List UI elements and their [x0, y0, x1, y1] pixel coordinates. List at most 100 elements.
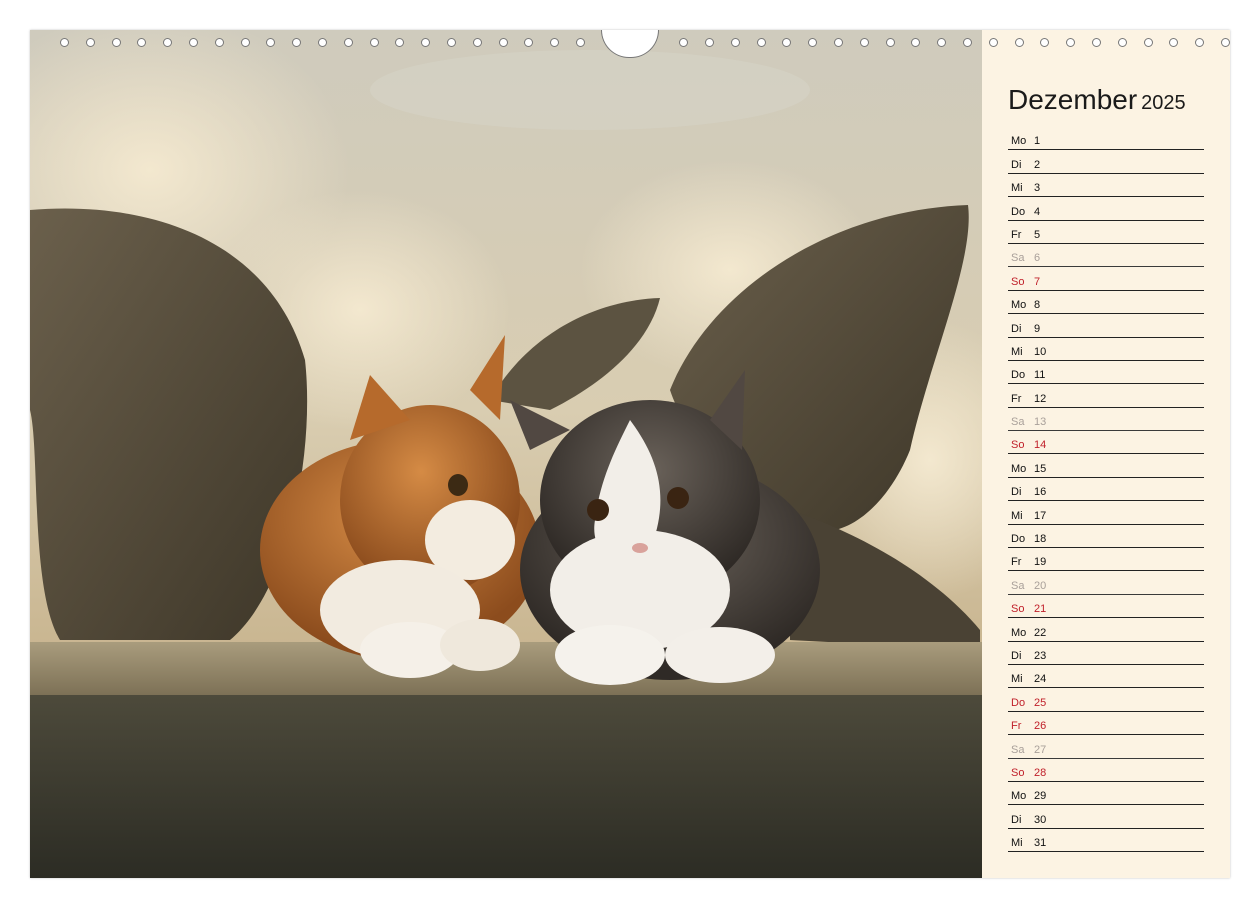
weekday-label: So: [1011, 603, 1025, 616]
day-number: 2: [1034, 158, 1041, 171]
day-row: Mi 17: [1008, 501, 1204, 525]
binding-hole: [859, 38, 869, 47]
binding-hole: [60, 38, 69, 47]
day-row: Fr 26: [1008, 712, 1204, 736]
day-row: Di 23: [1008, 642, 1204, 665]
weekday-label: Mo: [1011, 626, 1027, 639]
binding-hole: [1040, 38, 1050, 47]
binding-hole: [524, 38, 534, 47]
binding-hole: [1143, 38, 1153, 47]
weekday-label: Do: [1011, 205, 1026, 218]
day-number: 10: [1034, 345, 1047, 358]
binding-hole: [240, 38, 250, 47]
binding-hole: [163, 38, 173, 47]
weekday-label: Di: [1011, 322, 1022, 335]
day-number: 15: [1034, 462, 1047, 475]
day-number: 4: [1034, 205, 1041, 218]
month-title: Dezember 2025: [1008, 84, 1186, 116]
binding-hole: [1066, 38, 1076, 47]
binding-hole: [266, 38, 276, 47]
day-row: Mo 8: [1008, 291, 1204, 315]
binding-hole: [1092, 38, 1101, 47]
binding-hole: [447, 38, 456, 47]
day-number: 22: [1034, 626, 1047, 639]
binding-hole: [85, 38, 95, 47]
day-row: Mi 24: [1008, 665, 1204, 689]
binding-hole: [1117, 38, 1127, 47]
day-number: 6: [1034, 252, 1041, 265]
day-row: Mi 3: [1008, 174, 1204, 198]
day-row: Do 25: [1008, 688, 1204, 712]
weekday-label: Mo: [1011, 790, 1027, 803]
day-number: 17: [1034, 509, 1047, 522]
weekday-label: Di: [1011, 813, 1022, 826]
day-number: 23: [1034, 649, 1047, 662]
day-row: Mi 10: [1008, 338, 1204, 361]
angel-kittens-painting: [30, 30, 982, 878]
binding-hole: [498, 38, 508, 47]
binding-hole: [214, 38, 224, 47]
day-row: Sa 20: [1008, 571, 1204, 595]
month-name: Dezember: [1008, 84, 1138, 115]
day-number: 9: [1034, 322, 1041, 335]
day-number: 11: [1034, 369, 1046, 382]
weekday-label: Sa: [1011, 416, 1025, 429]
binding-hole: [1195, 38, 1205, 47]
weekday-label: So: [1011, 766, 1025, 779]
day-number: 27: [1034, 743, 1047, 756]
binding-hole: [885, 38, 895, 47]
day-row: Mo 1: [1008, 127, 1204, 151]
day-row: Mo 29: [1008, 782, 1204, 806]
weekday-label: Fr: [1011, 392, 1022, 405]
binding-hole: [1014, 38, 1024, 47]
day-row: Do 11: [1008, 361, 1204, 385]
binding-hole: [550, 38, 560, 47]
day-row: Sa 27: [1008, 735, 1204, 759]
month-year: 2025: [1141, 92, 1186, 114]
day-number: 14: [1034, 439, 1047, 452]
weekday-label: Fr: [1011, 228, 1022, 241]
day-number: 8: [1034, 299, 1041, 312]
weekday-label: Mi: [1011, 182, 1023, 195]
day-row: Fr 19: [1008, 548, 1204, 572]
weekday-label: Sa: [1011, 252, 1025, 265]
day-row: So 28: [1008, 759, 1204, 782]
day-number: 31: [1034, 837, 1047, 850]
weekday-label: Mo: [1011, 135, 1027, 148]
day-row: Di 9: [1008, 314, 1204, 338]
day-row: Di 30: [1008, 805, 1204, 829]
binding-hole: [292, 38, 302, 47]
weekday-label: Mo: [1011, 299, 1027, 312]
binding-hole: [421, 38, 431, 47]
day-number: 13: [1034, 416, 1047, 429]
day-row: Mo 22: [1008, 618, 1204, 642]
day-row: Sa 13: [1008, 408, 1204, 432]
weekday-label: So: [1011, 275, 1025, 288]
binding-hole: [343, 38, 353, 47]
spiral-binding: [30, 30, 1230, 58]
day-number: 25: [1034, 696, 1047, 709]
day-row: Fr 12: [1008, 384, 1204, 408]
day-row: So 7: [1008, 267, 1204, 291]
day-row: So 14: [1008, 431, 1204, 455]
binding-hole: [189, 38, 198, 47]
weekday-label: Mi: [1011, 345, 1023, 358]
weekday-label: Do: [1011, 369, 1026, 382]
binding-hole: [911, 38, 921, 47]
day-number: 20: [1034, 579, 1047, 592]
binding-hole: [576, 38, 585, 47]
day-row: Di 16: [1008, 478, 1204, 502]
day-number: 26: [1034, 720, 1047, 733]
day-number: 16: [1034, 486, 1047, 499]
day-row: Di 2: [1008, 150, 1204, 174]
weekday-label: Do: [1011, 533, 1026, 546]
day-list: Mo 1 Di 2 Mi 3 Do 4 Fr 5 Sa 6 So 7 Mo 8 Di 9 Mi 10 Do 11 Fr 12 S…: [1008, 127, 1204, 853]
day-number: 3: [1034, 182, 1041, 195]
day-number: 1: [1034, 135, 1041, 148]
day-number: 29: [1034, 790, 1047, 803]
binding-hole: [137, 38, 147, 47]
weekday-label: Di: [1011, 158, 1022, 171]
weekday-label: Mi: [1011, 509, 1023, 522]
binding-hole: [834, 38, 843, 47]
day-row: Mo 15: [1008, 454, 1204, 478]
